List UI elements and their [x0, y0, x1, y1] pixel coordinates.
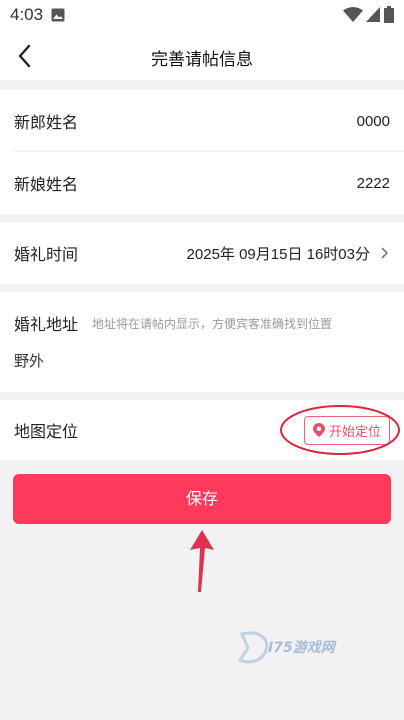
- bride-name-row[interactable]: 新娘姓名 2222: [14, 170, 390, 196]
- divider: [14, 151, 404, 152]
- bride-name-label: 新娘姓名: [14, 175, 79, 194]
- groom-name-row[interactable]: 新郎姓名 0000: [14, 108, 390, 134]
- groom-name-label: 新郎姓名: [14, 113, 79, 132]
- wedding-time-label: 婚礼时间: [14, 245, 79, 264]
- header: 完善请帖信息: [0, 32, 404, 80]
- wedding-address-row: 婚礼地址 地址将在请帖内显示，方便宾客准确找到位置: [14, 310, 390, 336]
- wedding-address-label: 婚礼地址: [14, 315, 79, 334]
- wedding-time-value-group[interactable]: 2025年 09月15日 16时03分: [187, 243, 390, 264]
- wedding-address-input[interactable]: 野外: [14, 350, 44, 371]
- wedding-address-hint: 地址将在请帖内显示，方便宾客准确找到位置: [92, 316, 333, 331]
- groom-name-value[interactable]: 0000: [357, 113, 390, 130]
- save-button[interactable]: 保存: [13, 474, 391, 524]
- signal-icon: [366, 7, 380, 22]
- page: 4:03 完善请帖信息 新郎姓名 0000 新娘姓名 2222 婚礼时间 202…: [0, 0, 404, 720]
- bride-name-value[interactable]: 2222: [357, 175, 390, 192]
- watermark-text: I75游戏网: [268, 640, 335, 656]
- status-time: 4:03: [10, 5, 44, 24]
- highlight-circle-annotation: [280, 405, 400, 455]
- map-location-label: 地图定位: [14, 422, 79, 441]
- chevron-right-icon: [381, 247, 389, 259]
- wedding-time-value: 2025年 09月15日 16时03分: [186, 245, 370, 263]
- page-title: 完善请帖信息: [151, 50, 253, 70]
- image-icon: [51, 8, 65, 22]
- wedding-address-card: [0, 292, 404, 392]
- arrow-up-annotation-icon: [190, 530, 214, 592]
- wedding-time-row[interactable]: 婚礼时间 2025年 09月15日 16时03分: [14, 240, 390, 266]
- battery-icon: [384, 6, 394, 23]
- wifi-icon: [343, 7, 363, 22]
- status-bar: 4:03: [0, 0, 404, 32]
